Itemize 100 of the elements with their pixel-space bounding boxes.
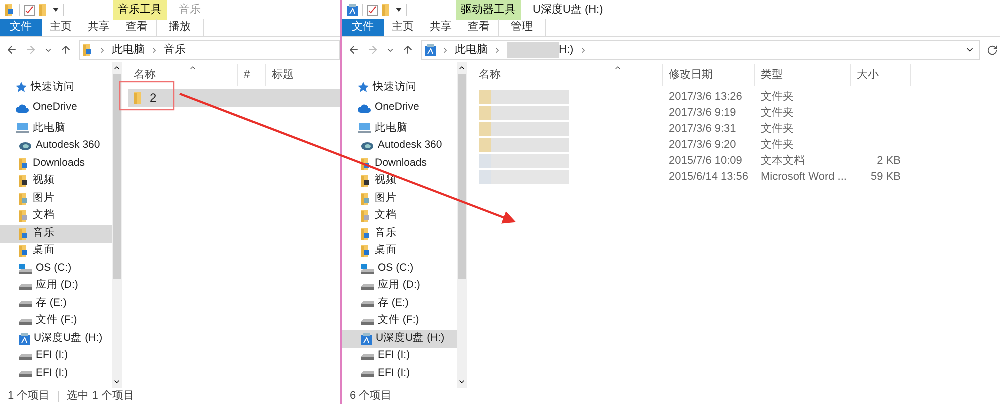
nav-item[interactable]: 音乐 — [0, 225, 112, 242]
nav-item[interactable]: 存 (E:) — [0, 295, 112, 312]
file-row[interactable]: 2015/7/6 10:09 文本文档 2 KB — [473, 153, 1000, 169]
folder-icon — [39, 4, 49, 16]
nav-item[interactable]: Autodesk 360 — [0, 138, 112, 155]
dropdown-icon[interactable] — [396, 8, 402, 12]
file-row[interactable]: 2 — [128, 89, 340, 107]
nav-item[interactable]: 图片 — [342, 190, 457, 208]
scroll-down-icon[interactable] — [113, 378, 121, 386]
file-row[interactable]: 2015/6/14 13:56 Microsoft Word ... 59 KB — [473, 169, 1000, 185]
scrollbar[interactable] — [112, 62, 122, 388]
file-row[interactable]: 2017/3/6 9:20 文件夹 — [473, 137, 1000, 153]
usb-drive-icon — [425, 44, 436, 56]
path-segment[interactable]: 此电脑 — [112, 42, 145, 58]
file-row[interactable]: 2017/3/6 9:31 文件夹 — [473, 121, 1000, 137]
ribbon-tab[interactable]: 共享 — [422, 19, 460, 36]
ribbon-tab[interactable]: 播放 — [156, 19, 204, 36]
music-folder-icon — [5, 4, 15, 16]
nav-item[interactable]: OneDrive — [0, 100, 112, 117]
address-bar[interactable]: 此电脑 H:) — [421, 40, 980, 60]
nav-item[interactable]: 图片 — [0, 190, 112, 208]
path-segment[interactable]: H:) — [559, 42, 574, 58]
nav-item[interactable]: EFI (I:) — [342, 348, 457, 365]
documents-folder-icon — [361, 210, 371, 222]
music-folder-icon — [361, 228, 371, 240]
computer-icon — [358, 123, 371, 134]
ribbon-tab[interactable]: 主页 — [384, 19, 422, 36]
up-icon[interactable] — [60, 44, 72, 56]
nav-item[interactable]: EFI (I:) — [0, 348, 112, 365]
scroll-down-icon[interactable] — [458, 378, 466, 386]
path-segment[interactable]: 音乐 — [164, 42, 186, 58]
scrollbar[interactable] — [457, 62, 467, 388]
cell-text: 2017/3/6 9:31 — [669, 122, 736, 137]
nav-item[interactable]: Autodesk 360 — [342, 138, 457, 155]
ribbon-tab[interactable]: 文件 — [342, 19, 384, 36]
nav-item[interactable]: OneDrive — [342, 100, 457, 117]
address-bar[interactable]: 此电脑 音乐 — [79, 40, 340, 60]
ribbon-tab[interactable]: 文件 — [0, 19, 42, 36]
nav-item[interactable]: 视频 — [0, 172, 112, 190]
column-header[interactable]: # — [238, 64, 266, 86]
nav-item[interactable]: 快速访问 — [0, 79, 112, 96]
scroll-up-icon[interactable] — [458, 64, 466, 72]
drive-icon — [361, 318, 374, 325]
path-segment[interactable]: 此电脑 — [455, 42, 488, 58]
drive-icon — [361, 300, 374, 308]
nav-item[interactable]: OS (C:) — [342, 260, 457, 278]
nav-item[interactable]: 文件 (F:) — [0, 312, 112, 330]
nav-item[interactable]: 快速访问 — [342, 79, 457, 96]
chevron-icon — [493, 46, 502, 54]
ribbon-tab[interactable]: 共享 — [80, 19, 118, 36]
nav-item[interactable]: 桌面 — [342, 242, 457, 260]
back-icon[interactable] — [6, 44, 18, 56]
column-header[interactable]: 类型 — [755, 64, 851, 86]
nav-item[interactable]: 音乐 — [342, 225, 457, 242]
refresh-icon[interactable] — [987, 44, 998, 56]
cell-text: 2 KB — [877, 154, 901, 169]
chevron-icon — [441, 46, 450, 54]
nav-item[interactable]: EFI (I:) — [0, 365, 112, 382]
nav-item[interactable]: 文件 (F:) — [342, 312, 457, 330]
cell-text: 2017/3/6 13:26 — [669, 90, 742, 105]
column-header[interactable]: 名称 — [473, 64, 663, 86]
file-row[interactable]: 2017/3/6 9:19 文件夹 — [473, 105, 1000, 121]
nav-item[interactable]: U深度U盘 (H:) — [0, 330, 112, 348]
checklist-icon[interactable] — [24, 4, 35, 16]
cloud-drive-icon — [361, 142, 374, 151]
nav-item[interactable]: 存 (E:) — [342, 295, 457, 312]
column-header[interactable]: 大小 — [851, 64, 911, 86]
nav-item[interactable]: 文档 — [0, 208, 112, 225]
pictures-folder-icon — [19, 192, 29, 205]
column-header[interactable]: 名称 — [128, 64, 238, 86]
download-folder-icon — [19, 158, 29, 170]
desktop-folder-icon — [361, 245, 371, 258]
ribbon-tab[interactable]: 主页 — [42, 19, 80, 36]
nav-item[interactable]: EFI (I:) — [342, 365, 457, 382]
nav-item[interactable]: 应用 (D:) — [0, 278, 112, 295]
nav-item[interactable]: 桌面 — [0, 242, 112, 260]
ribbon-tab[interactable]: 查看 — [460, 19, 498, 36]
nav-item[interactable]: 此电脑 — [342, 120, 457, 138]
column-header[interactable]: 修改日期 — [663, 64, 755, 86]
folder-icon — [134, 92, 144, 104]
nav-item[interactable]: U深度U盘 (H:) — [342, 330, 457, 348]
nav-item[interactable]: Downloads — [342, 155, 457, 172]
contextual-tab-header: 音乐工具 — [113, 0, 167, 20]
ribbon-tab[interactable]: 管理 — [498, 19, 546, 36]
up-icon[interactable] — [402, 44, 414, 56]
back-icon[interactable] — [348, 44, 360, 56]
nav-item[interactable]: 文档 — [342, 208, 457, 225]
ribbon-tab[interactable]: 查看 — [118, 19, 156, 36]
nav-item[interactable]: OS (C:) — [0, 260, 112, 278]
drive-icon — [19, 318, 32, 325]
scroll-up-icon[interactable] — [113, 64, 121, 72]
checklist-icon[interactable] — [367, 4, 378, 16]
file-row[interactable]: 2017/3/6 13:26 文件夹 — [473, 89, 1000, 105]
nav-item[interactable]: 应用 (D:) — [342, 278, 457, 295]
computer-icon — [16, 123, 29, 134]
nav-item[interactable]: Downloads — [0, 155, 112, 172]
nav-item[interactable]: 此电脑 — [0, 120, 112, 138]
cell-text: 文本文档 — [761, 154, 805, 169]
status-text: 1 个项目 — [8, 388, 50, 404]
dropdown-icon[interactable] — [53, 8, 59, 12]
